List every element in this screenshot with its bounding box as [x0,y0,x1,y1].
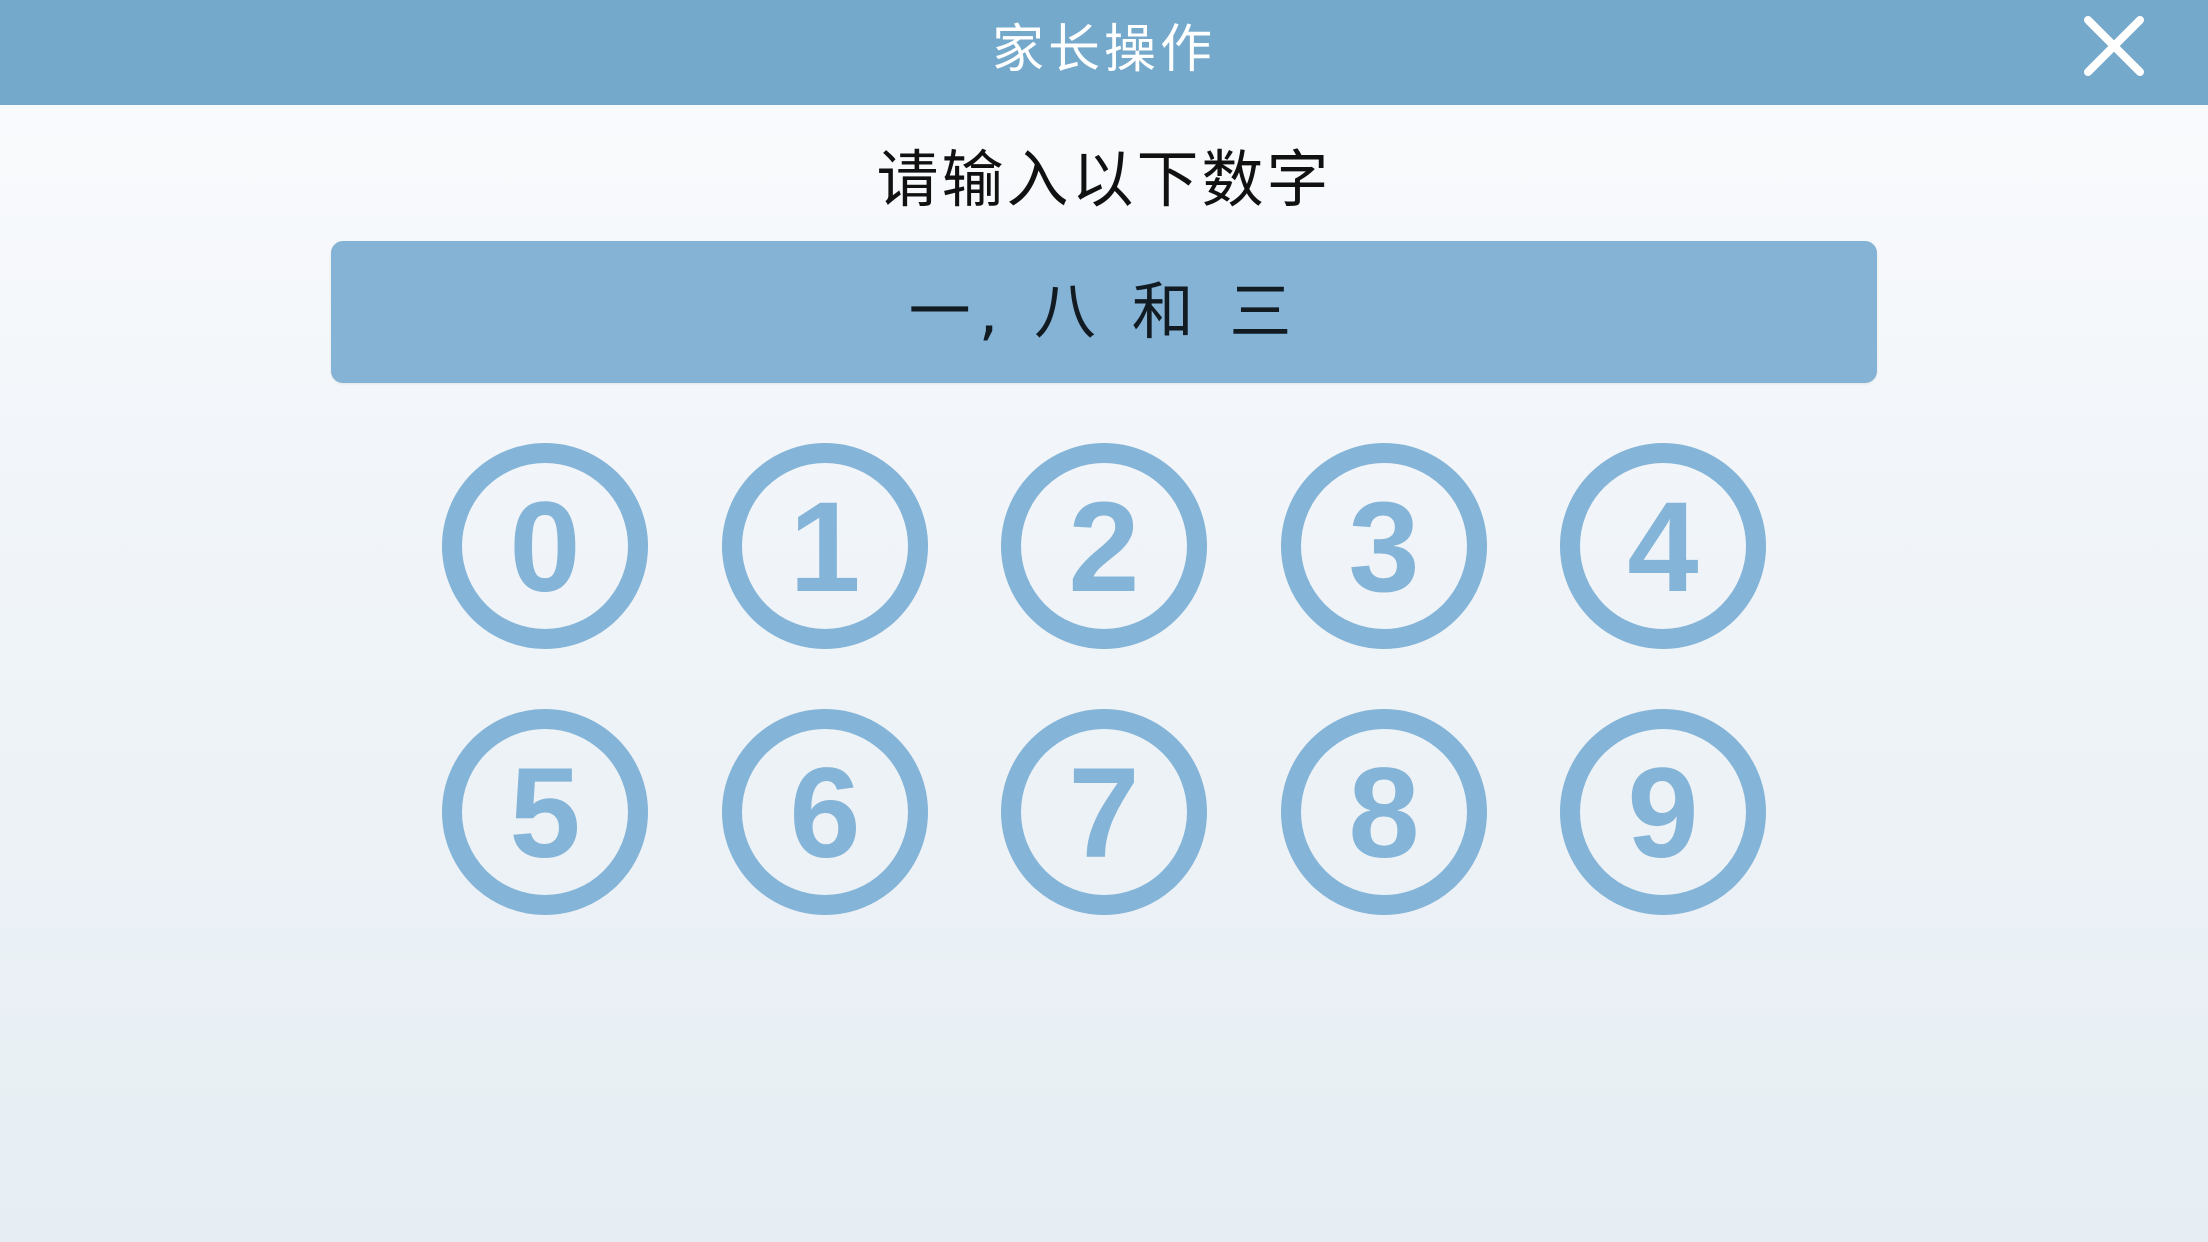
key-label: 5 [509,742,581,885]
key-label: 3 [1348,476,1420,619]
number-keypad: 0 1 2 3 4 5 6 7 8 9 [0,0,2208,1242]
key-label: 6 [789,742,861,885]
key-3[interactable]: 3 [1281,443,1487,649]
key-5[interactable]: 5 [442,709,648,915]
key-0[interactable]: 0 [442,443,648,649]
key-7[interactable]: 7 [1001,709,1207,915]
key-6[interactable]: 6 [722,709,928,915]
key-9[interactable]: 9 [1560,709,1766,915]
key-label: 4 [1627,476,1699,619]
key-label: 0 [509,476,581,619]
key-label: 8 [1348,742,1420,885]
key-1[interactable]: 1 [722,443,928,649]
key-label: 7 [1068,742,1140,885]
key-label: 9 [1627,742,1699,885]
key-label: 2 [1068,476,1140,619]
key-label: 1 [789,476,861,619]
key-8[interactable]: 8 [1281,709,1487,915]
key-4[interactable]: 4 [1560,443,1766,649]
key-2[interactable]: 2 [1001,443,1207,649]
